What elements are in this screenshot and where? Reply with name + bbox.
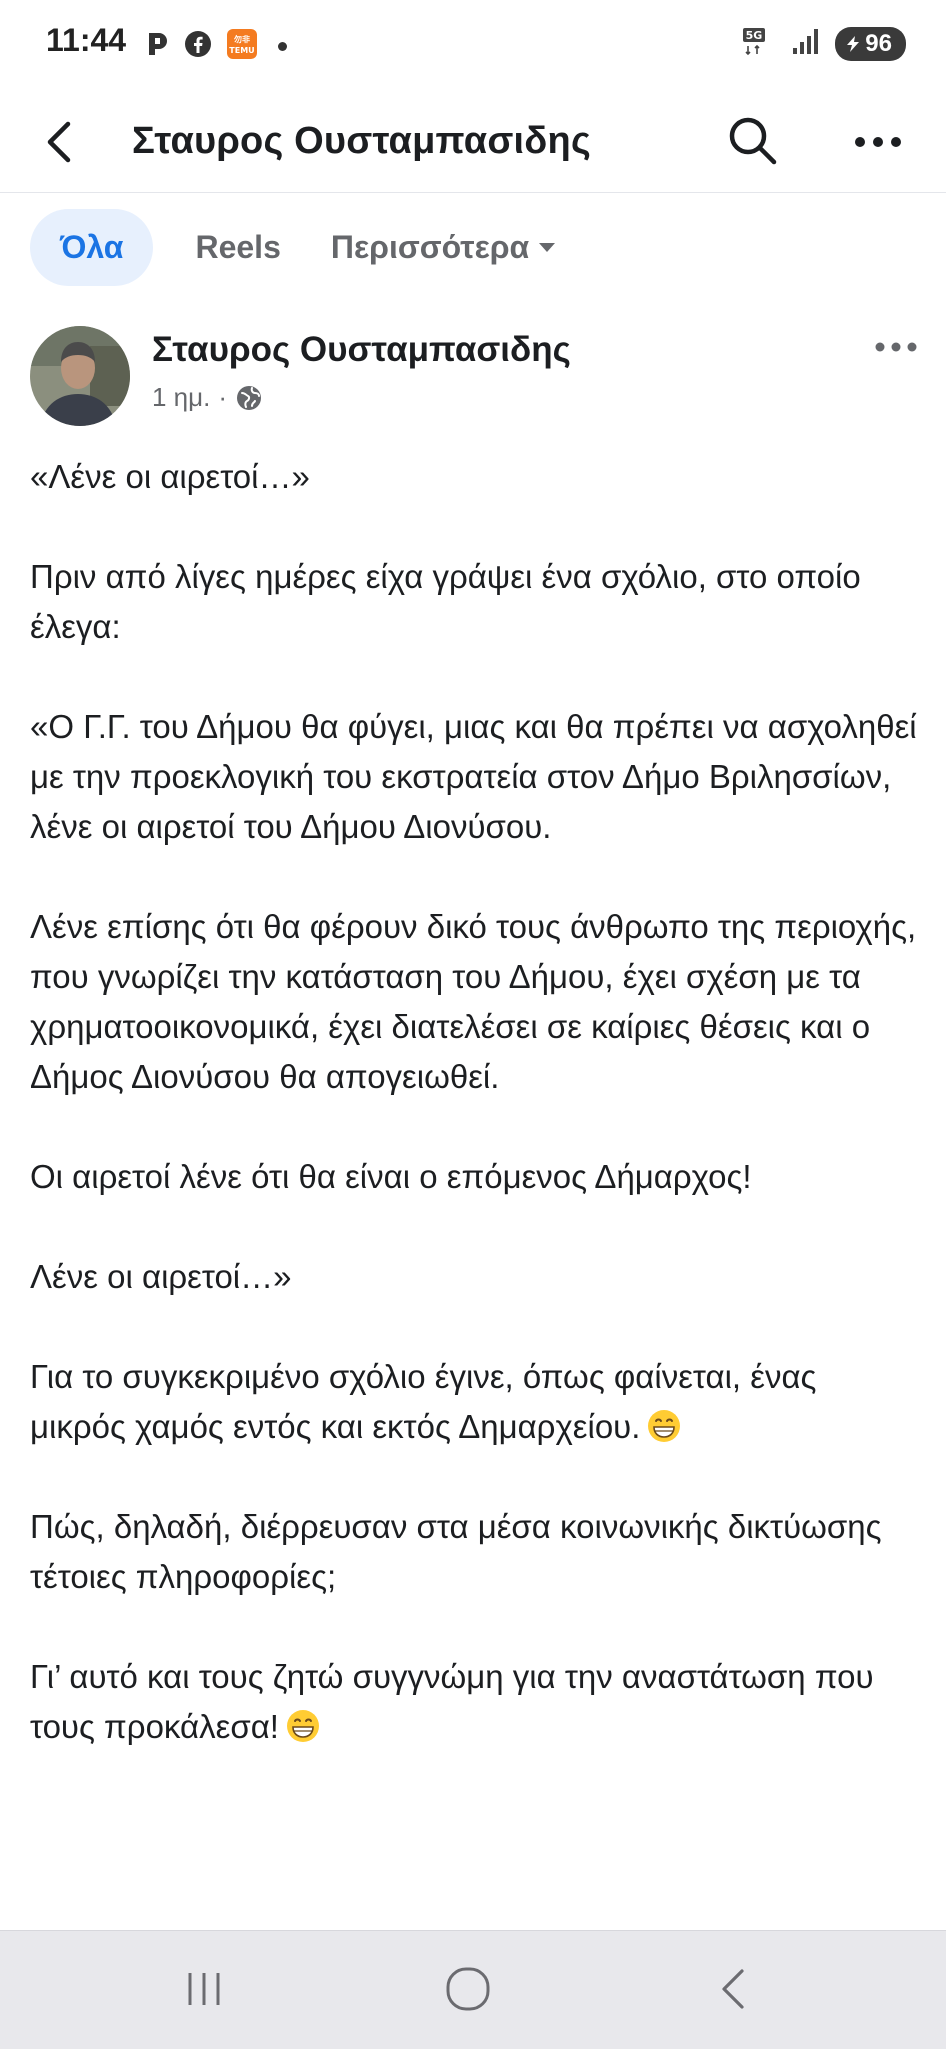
more-options-icon[interactable] [848,122,908,162]
signal-strength-icon [791,26,821,61]
more-notifications-dot [278,42,287,51]
tab-more[interactable]: Περισσότερα [323,211,565,284]
post-paragraph: Λένε οι αιρετοί…» [30,1258,292,1295]
app-bar: Σταυρος Ουσταμπασιδης [0,92,946,193]
post-paragraph: Πώς, δηλαδή, διέρρευσαν στα μέσα κοινωνι… [30,1508,882,1595]
status-left-icons: 勿非 TEMU [146,28,287,65]
post-paragraph-with-emoji: Για το συγκεκριμένο σχόλιο έγινε, όπως φ… [30,1352,920,1452]
post-time[interactable]: 1 ημ. [152,382,210,413]
status-right-icons: 5G 96 [743,26,906,61]
avatar[interactable] [30,326,130,426]
back-arrow-icon[interactable] [36,112,86,172]
status-time: 11:44 [46,22,127,58]
post-paragraph: «Λένε οι αιρετοί…» [30,458,310,495]
post-meta: 1 ημ. · [152,382,263,413]
post-author[interactable]: Σταυρος Ουσταμπασιδης [152,330,571,370]
tab-reels[interactable]: Reels [187,211,288,284]
tab-all[interactable]: Όλα [30,208,154,286]
search-icon[interactable] [724,112,782,170]
meta-separator: · [218,382,228,412]
network-5g-icon: 5G [743,26,777,61]
back-icon[interactable] [694,1961,774,2017]
grinning-emoji-icon [286,1710,319,1742]
post-paragraph: «Ο Γ.Γ. του Δήμου θα φύγει, μιας και θα … [30,708,917,845]
post-paragraph-text: Για το συγκεκριμένο σχόλιο έγινε, όπως φ… [30,1358,817,1445]
post-paragraph-text: Γι’ αυτό και τους ζητώ συγγνώμη για την … [30,1658,874,1745]
system-nav-bar [0,1930,946,2049]
post-paragraph: Λένε επίσης ότι θα φέρουν δικό τους άνθρ… [30,908,917,1095]
temu-icon: 勿非 TEMU [226,28,258,65]
svg-text:勿非: 勿非 [233,34,250,44]
svg-text:TEMU: TEMU [229,46,254,55]
facebook-icon [184,30,212,63]
battery-indicator: 96 [835,26,906,61]
charging-icon [847,35,860,52]
post-body: «Λένε οι αιρετοί…» Πριν από λίγες ημέρες… [30,452,920,1802]
app-notification-icon [146,30,170,63]
recent-apps-icon[interactable] [164,1961,244,2017]
status-bar: 11:44 勿非 TEMU 5G 96 [0,0,946,92]
svg-text:5G: 5G [746,29,763,42]
page-title: Σταυρος Ουσταμπασιδης [132,120,591,162]
caret-down-icon [539,243,556,252]
tab-more-label: Περισσότερα [330,228,530,265]
battery-level: 96 [865,29,892,57]
screen: 11:44 勿非 TEMU 5G 96 Σταυρος Ουσταμπασιδη… [0,0,946,2049]
post-options-icon[interactable] [868,332,924,362]
grinning-emoji-icon [648,1410,681,1442]
home-icon[interactable] [428,1961,508,2017]
post-paragraph: Οι αιρετοί λένε ότι θα είναι ο επόμενος … [30,1158,752,1195]
globe-icon [237,385,262,410]
post-paragraph-with-emoji: Γι’ αυτό και τους ζητώ συγγνώμη για την … [30,1652,920,1752]
post-paragraph: Πριν από λίγες ημέρες είχα γράψει ένα σχ… [30,558,861,645]
filter-tabs: Όλα Reels Περισσότερα [30,204,565,290]
